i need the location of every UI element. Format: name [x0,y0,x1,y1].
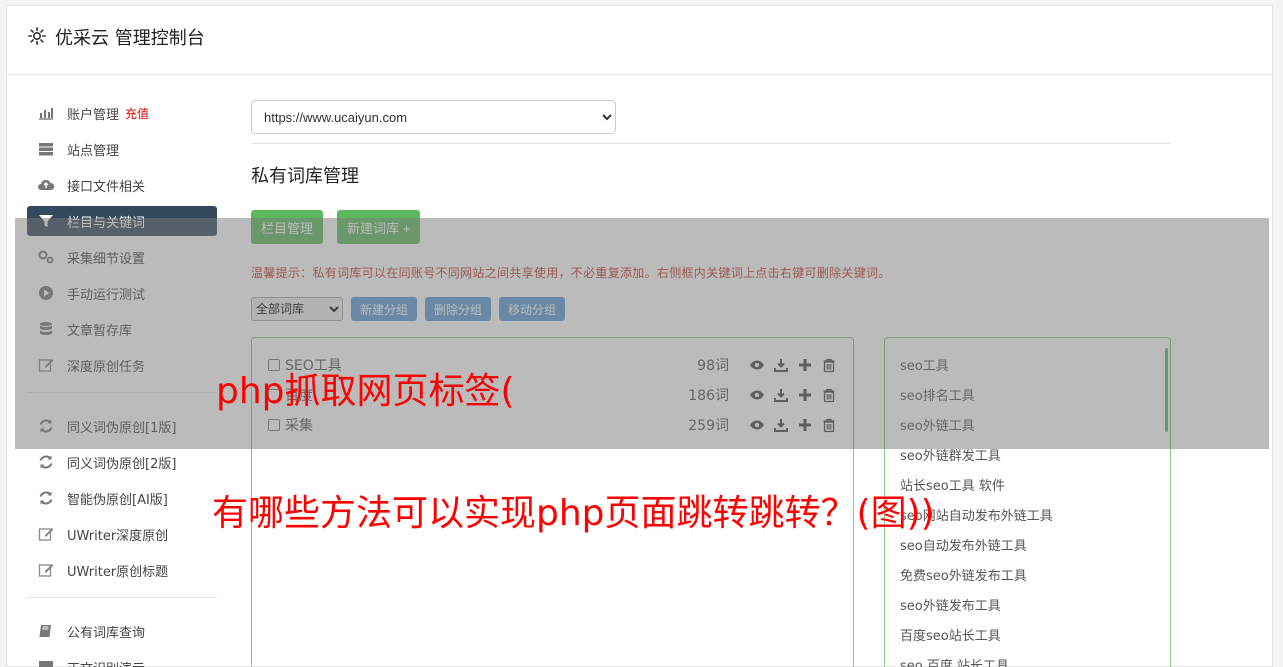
server-icon [39,143,53,156]
sidebar-item-label: 正文识别演示 [67,658,145,667]
sidebar-item-label: UWriter深度原创 [67,528,169,544]
sidebar-item[interactable]: 账户管理 充值 [27,98,217,128]
section-title: 私有词库管理 [251,166,359,187]
edit-icon [38,528,54,541]
sidebar-item-label: 公有词库查询 [67,625,146,641]
keyword-item[interactable]: seo 百度 站长工具 [900,652,1155,667]
bar-chart-icon [39,108,53,120]
sidebar-item-label: 智能伪原创[AI版] [67,492,168,508]
page-title: 优采云 管理控制台 [55,28,205,49]
overlay-headline-2: 有哪些方法可以实现php页面跳转跳转？(图)) [212,493,935,534]
book-icon [39,625,51,637]
divider [251,143,1171,144]
keyword-item[interactable]: seo外链发布工具 [900,592,1155,622]
sidebar-item[interactable]: UWriter原创标题 [27,555,217,585]
sidebar-item-label: 接口文件相关 [67,179,146,195]
monitor-icon [39,661,53,667]
sidebar-item-label: 账户管理 [67,107,120,123]
sidebar-item[interactable]: 站点管理 [27,134,217,164]
recharge-badge[interactable]: 充值 [125,105,149,122]
keyword-item[interactable]: 百度seo站长工具 [900,622,1155,652]
sidebar-item-label: 站点管理 [67,143,120,159]
sidebar-item-label: 同义词伪原创[2版] [67,456,177,472]
cloud-upload-icon [38,179,55,190]
sidebar-item[interactable]: UWriter深度原创 [27,519,217,549]
keyword-item[interactable]: 站长seo工具 软件 [900,472,1155,502]
sidebar-item[interactable]: 智能伪原创[AI版] [27,483,217,513]
overlay-banner [15,218,1269,449]
site-select[interactable]: https://www.ucaiyun.com [251,100,616,134]
refresh-icon [39,455,53,469]
gear-icon [28,27,46,45]
refresh-icon [39,491,53,505]
keyword-item[interactable]: seo网站自动发布外链工具 [900,502,1155,532]
sidebar-item[interactable]: 正文识别演示 [27,652,217,667]
keyword-item[interactable]: seo自动发布外链工具 [900,532,1155,562]
sidebar-divider [27,597,217,598]
overlay-headline-1: php抓取网页标签( [216,371,515,412]
keyword-item[interactable]: 免费seo外链发布工具 [900,562,1155,592]
sidebar-item-label: UWriter原创标题 [67,564,169,580]
sidebar-item[interactable]: 接口文件相关 [27,170,217,200]
sidebar-item[interactable]: 同义词伪原创[2版] [27,447,217,477]
sidebar-item[interactable]: 公有词库查询 [27,616,217,646]
top-header: 优采云 管理控制台 [7,6,1272,75]
edit-icon [38,564,54,577]
